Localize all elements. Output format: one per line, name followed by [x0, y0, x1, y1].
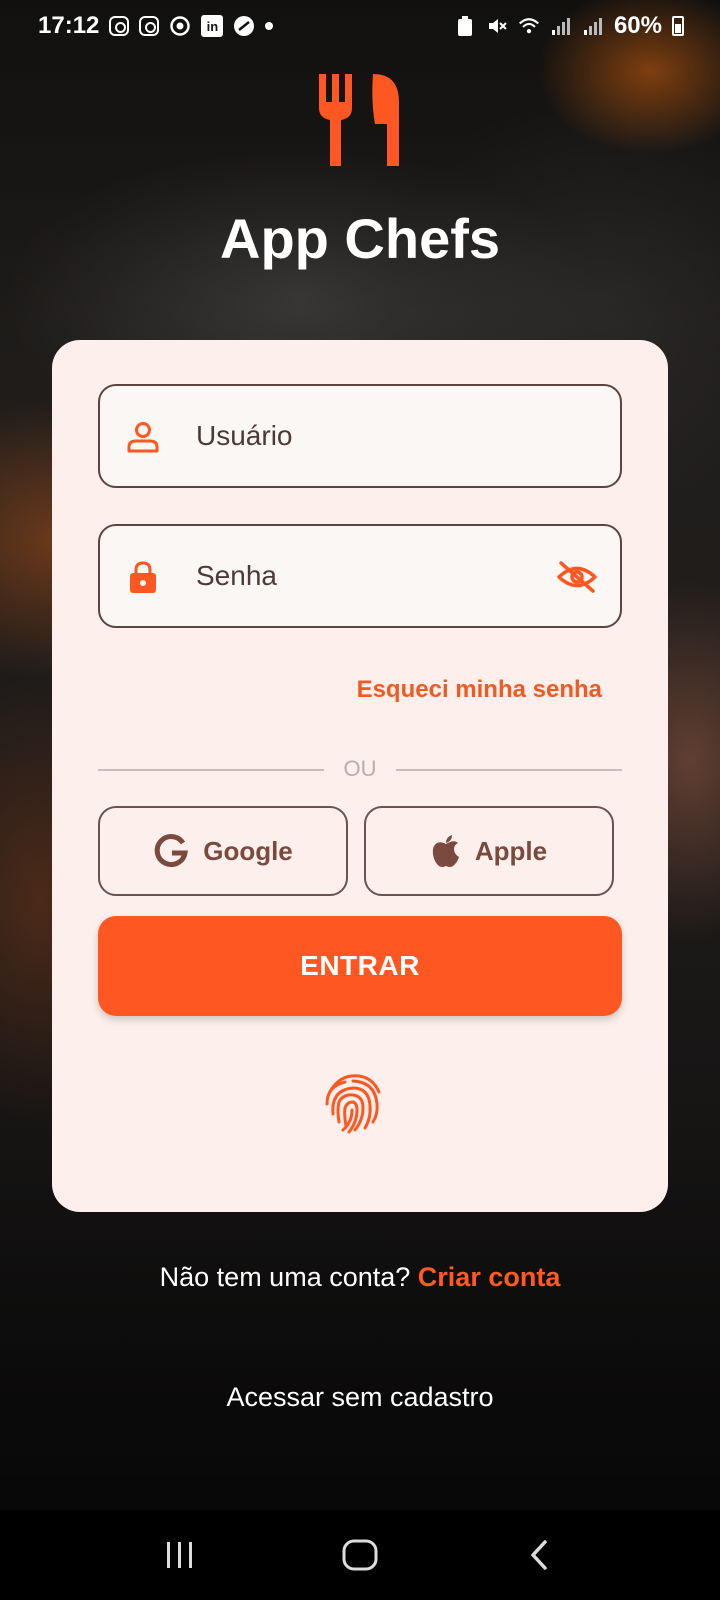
home-icon: [342, 1539, 378, 1571]
username-field[interactable]: [98, 384, 622, 488]
signup-prompt: Não tem uma conta? Criar conta: [0, 1262, 720, 1293]
instagram-icon: [109, 16, 130, 36]
recents-button[interactable]: [150, 1525, 210, 1585]
apple-login-button[interactable]: Apple: [364, 806, 614, 896]
app-icon: [233, 15, 255, 37]
back-icon: [531, 1540, 547, 1570]
status-bar: 17:12 in 60%: [0, 0, 720, 52]
status-time: 17:12: [38, 12, 100, 39]
or-divider: OU: [98, 754, 622, 784]
recycle-icon: [454, 15, 476, 37]
mute-icon: [486, 15, 508, 37]
person-icon: [127, 422, 159, 453]
lock-icon: [130, 561, 156, 593]
back-button[interactable]: [510, 1525, 570, 1585]
google-login-button[interactable]: Google: [98, 806, 348, 896]
apple-label: Apple: [474, 835, 548, 866]
wifi-icon: [518, 15, 540, 37]
battery-icon: [672, 16, 684, 36]
password-input[interactable]: [196, 526, 540, 626]
signal-icon: [550, 15, 572, 37]
fingerprint-icon[interactable]: [323, 1070, 385, 1134]
app-logo: [0, 72, 720, 168]
recents-icon: [167, 1542, 192, 1568]
google-icon: [154, 834, 189, 868]
status-left: 17:12 in: [38, 12, 274, 40]
signal-icon: [582, 15, 604, 37]
chrome-icon: [169, 15, 191, 37]
login-card: Esqueci minha senha OU Google Apple ENTR…: [52, 340, 668, 1212]
create-account-link[interactable]: Criar conta: [418, 1262, 561, 1292]
no-account-text: Não tem uma conta?: [159, 1262, 411, 1292]
guest-access-link[interactable]: Acessar sem cadastro: [0, 1382, 720, 1413]
forgot-password-link[interactable]: Esqueci minha senha: [357, 676, 602, 704]
status-right: 60%: [454, 12, 684, 40]
app-title: App Chefs: [220, 207, 500, 270]
fork-knife-icon: [319, 74, 399, 166]
username-input[interactable]: [196, 386, 540, 486]
navigation-bar: [0, 1510, 720, 1600]
eye-off-icon[interactable]: [556, 560, 598, 594]
login-button[interactable]: ENTRAR: [98, 916, 622, 1016]
dot-icon: [265, 22, 274, 30]
instagram-icon: [139, 16, 160, 36]
password-field[interactable]: [98, 524, 622, 628]
divider-line: [396, 769, 622, 771]
linkedin-icon: in: [201, 15, 224, 37]
battery-percent: 60%: [613, 12, 662, 39]
google-label: Google: [203, 835, 293, 866]
apple-icon: [432, 835, 459, 867]
home-button[interactable]: [330, 1525, 390, 1585]
